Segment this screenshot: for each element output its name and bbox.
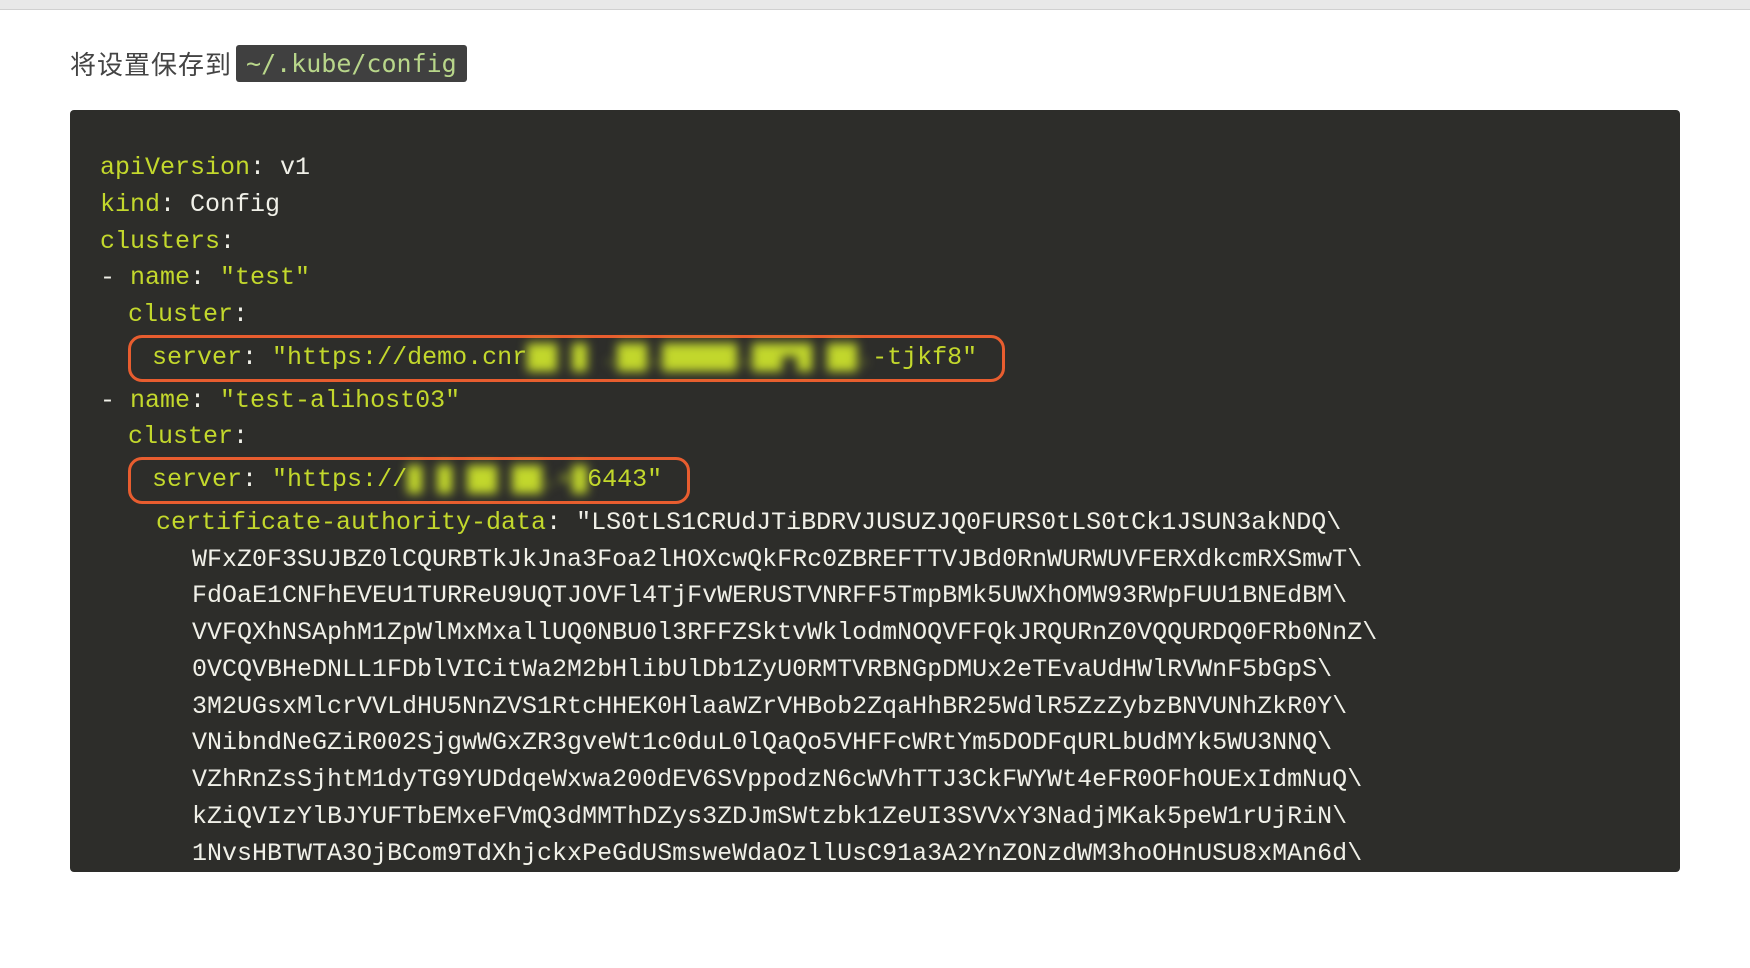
content-wrapper: 将设置保存到 ~/.kube/config apiVersion: v1 kin… [0,10,1750,872]
yaml-cert-line: 1NvsHBTWTA3OjBCom9TdXhjckxPeGdUSmsweWdaO… [100,836,1650,873]
yaml-line-kind: kind: Config [100,187,1650,224]
yaml-line-cluster1-name: - name: "test" [100,260,1650,297]
yaml-cert-line: 0VCQVBHeDNLL1FDblVICitWa2M2bHlibUlDb1ZyU… [100,652,1650,689]
redacted-text: ██ █ .██.█████.██▀█ ██. [527,343,872,372]
yaml-cert-line: kZiQVIzYlBJYUFTbEMxeFVmQ3dMMThDZys3ZDJmS… [100,799,1650,836]
highlight-box-server1: server: "https://demo.cnr██ █ .██.█████.… [128,335,1005,382]
yaml-line-cluster1-server: server: "https://demo.cnr██ █ .██.█████.… [100,334,1650,383]
yaml-cert-line: VVFQXhNSAphM1ZpWlMxMxallUQ0NBU0l3RFFZSkt… [100,615,1650,652]
yaml-cert-line: 3M2UGsxMlcrVVLdHU5NnZVS1RtcHHEK0HlaaWZrV… [100,689,1650,726]
yaml-line-cluster2-server: server: "https://█ █ ██ ██.▪█6443" [100,456,1650,505]
yaml-line-cluster2-clusterkey: cluster: [100,419,1650,456]
yaml-line-cluster1-clusterkey: cluster: [100,297,1650,334]
yaml-cert-line: VNibndNeGZiR002SjgwWGxZR3gveWt1c0duL0lQa… [100,725,1650,762]
yaml-line-cert-key: certificate-authority-data: "LS0tLS1CRUd… [100,505,1650,542]
inline-code-path: ~/.kube/config [236,45,467,82]
highlight-box-server2: server: "https://█ █ ██ ██.▪█6443" [128,457,690,504]
yaml-line-apiversion: apiVersion: v1 [100,150,1650,187]
yaml-line-cluster2-name: - name: "test-alihost03" [100,383,1650,420]
yaml-line-clusters: clusters: [100,224,1650,261]
yaml-cert-line: WFxZ0F3SUJBZ0lCQURBTkJkJna3Foa2lHOXcwQkF… [100,542,1650,579]
intro-text: 将设置保存到 [70,45,232,82]
yaml-cert-line: VZhRnZsSjhtM1dyTG9YUDdqeWxwa200dEV6SVppo… [100,762,1650,799]
yaml-code-block: apiVersion: v1 kind: Config clusters: - … [70,110,1680,872]
intro-line: 将设置保存到 ~/.kube/config [70,45,1680,82]
redacted-text: █ █ ██ ██.▪█ [407,465,587,494]
yaml-cert-line: FdOaE1CNFhEVEU1TURReU9UQTJOVFl4TjFvWERUS… [100,578,1650,615]
window-chrome-bar [0,0,1750,10]
